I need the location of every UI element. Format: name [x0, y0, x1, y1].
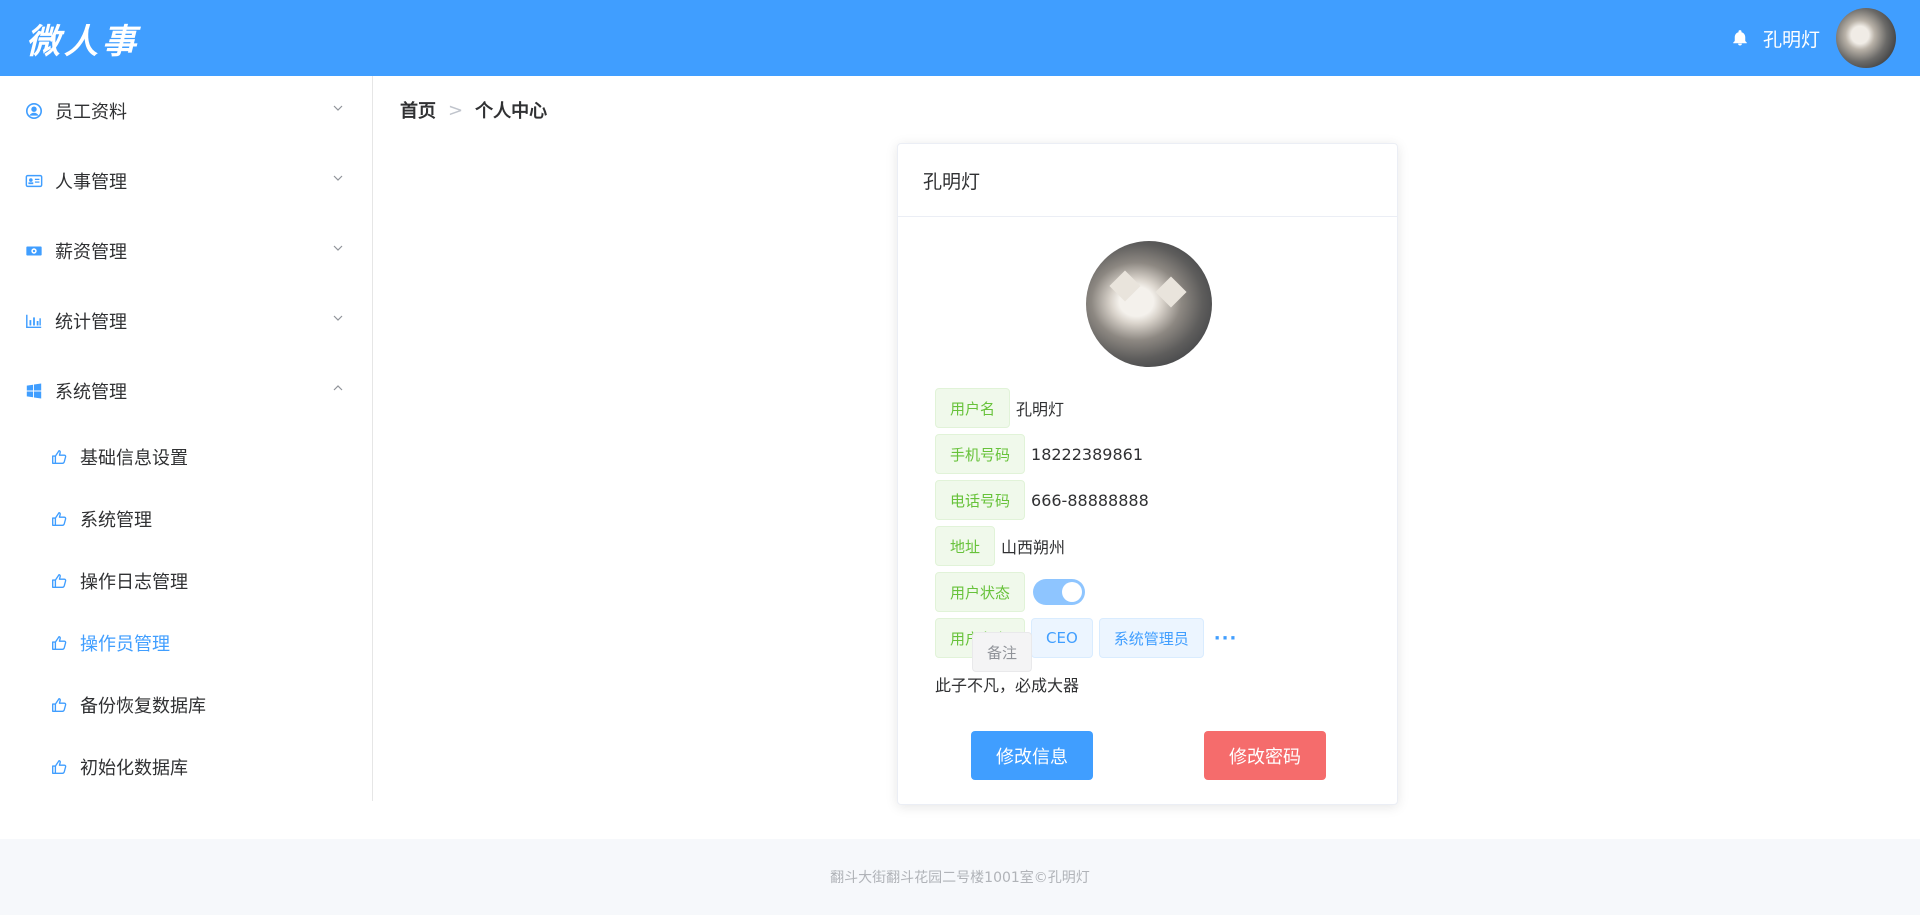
chevron-down-icon	[333, 175, 343, 181]
menu-label: 人事管理	[55, 172, 127, 193]
card-title: 孔明灯	[923, 170, 981, 193]
profile-info: 用户名 孔明灯 手机号码 18222389861 电话号码 666-888888…	[935, 388, 1237, 710]
toggle-knob	[1062, 582, 1083, 602]
id-card-icon	[25, 174, 43, 188]
hand-point-icon	[52, 574, 67, 588]
status-label: 用户状态	[935, 572, 1026, 612]
menu-personnel[interactable]: 人事管理	[0, 146, 372, 216]
menu-label: 薪资管理	[55, 242, 127, 263]
windows-icon	[26, 383, 42, 399]
hand-point-icon	[52, 698, 67, 712]
header-username[interactable]: 孔明灯	[1763, 25, 1820, 52]
top-header: 微人事 孔明灯	[0, 0, 1920, 76]
hand-point-icon	[52, 636, 67, 650]
submenu-operation-log[interactable]: 操作日志管理	[0, 550, 372, 612]
sidebar: 员工资料 人事管理 薪资管理 统计管理 系统管理 基础信息设置 系统管理 操作日…	[0, 76, 373, 801]
submenu-label: 操作日志管理	[80, 572, 188, 593]
field-mobile: 手机号码 18222389861	[935, 434, 1237, 474]
edit-info-button[interactable]: 修改信息	[971, 731, 1093, 780]
mobile-value: 18222389861	[1031, 444, 1143, 464]
field-address: 地址 山西朔州	[935, 526, 1237, 566]
bar-chart-icon	[26, 314, 42, 329]
menu-label: 统计管理	[55, 312, 127, 333]
role-tag-sysadmin: 系统管理员	[1098, 618, 1204, 658]
submenu-operator-management[interactable]: 操作员管理	[0, 612, 372, 674]
username-value: 孔明灯	[1016, 400, 1065, 419]
phone-label: 电话号码	[935, 480, 1026, 520]
remark-value: 此子不凡，必成大器	[935, 676, 1080, 695]
field-status: 用户状态	[935, 572, 1237, 612]
status-toggle[interactable]	[1033, 579, 1086, 605]
username-label: 用户名	[935, 388, 1011, 428]
mobile-label: 手机号码	[935, 434, 1026, 474]
breadcrumb-home[interactable]: 首页	[400, 97, 436, 123]
change-password-button[interactable]: 修改密码	[1204, 731, 1326, 780]
chevron-down-icon	[333, 105, 343, 111]
address-value: 山西朔州	[1001, 538, 1066, 557]
submenu-backup-restore[interactable]: 备份恢复数据库	[0, 674, 372, 736]
field-username: 用户名 孔明灯	[935, 388, 1237, 428]
menu-employee-info[interactable]: 员工资料	[0, 76, 372, 146]
hand-point-icon	[52, 760, 67, 774]
submenu-label: 系统管理	[80, 510, 152, 531]
header-avatar[interactable]	[1836, 8, 1896, 68]
footer-text: 翻斗大街翻斗花园二号楼1001室©孔明灯	[830, 870, 1090, 886]
field-remark: 备注 此子不凡，必成大器	[935, 632, 1237, 704]
profile-card: 孔明灯 用户名 孔明灯 手机号码 18222389861 电话号码 666-88…	[897, 143, 1398, 805]
remark-label: 备注	[972, 632, 1033, 672]
hand-point-icon	[52, 450, 67, 464]
submenu-label: 初始化数据库	[80, 758, 188, 779]
profile-avatar	[1086, 241, 1212, 367]
phone-value: 666-88888888	[1031, 490, 1149, 510]
hand-point-icon	[52, 512, 67, 526]
chevron-up-icon	[333, 385, 343, 391]
submenu-basic-settings[interactable]: 基础信息设置	[0, 426, 372, 488]
breadcrumb-current: 个人中心	[475, 101, 548, 122]
address-label: 地址	[935, 526, 996, 566]
menu-label: 员工资料	[55, 102, 127, 123]
app-logo[interactable]: 微人事	[26, 14, 140, 63]
submenu-label: 备份恢复数据库	[80, 696, 206, 717]
card-header: 孔明灯	[898, 144, 1397, 217]
profile-actions: 修改信息 修改密码	[971, 731, 1326, 780]
user-circle-icon	[25, 102, 43, 120]
chevron-down-icon	[333, 315, 343, 321]
submenu-system-management[interactable]: 系统管理	[0, 488, 372, 550]
more-roles-icon[interactable]: ···	[1214, 628, 1238, 649]
breadcrumb: 首页 > 个人中心	[400, 97, 547, 123]
money-icon	[26, 246, 42, 256]
field-phone: 电话号码 666-88888888	[935, 480, 1237, 520]
bell-icon[interactable]	[1731, 29, 1749, 47]
menu-system[interactable]: 系统管理	[0, 356, 372, 426]
submenu-label: 操作员管理	[80, 634, 170, 655]
submenu-label: 基础信息设置	[80, 448, 188, 469]
menu-salary[interactable]: 薪资管理	[0, 216, 372, 286]
breadcrumb-separator: >	[448, 99, 464, 121]
chevron-down-icon	[333, 245, 343, 251]
footer: 翻斗大街翻斗花园二号楼1001室©孔明灯	[0, 839, 1920, 915]
role-tag-ceo: CEO	[1031, 618, 1093, 658]
menu-label: 系统管理	[55, 382, 127, 403]
header-user-area: 孔明灯	[1731, 8, 1896, 68]
menu-statistics[interactable]: 统计管理	[0, 286, 372, 356]
submenu-init-database[interactable]: 初始化数据库	[0, 736, 372, 798]
